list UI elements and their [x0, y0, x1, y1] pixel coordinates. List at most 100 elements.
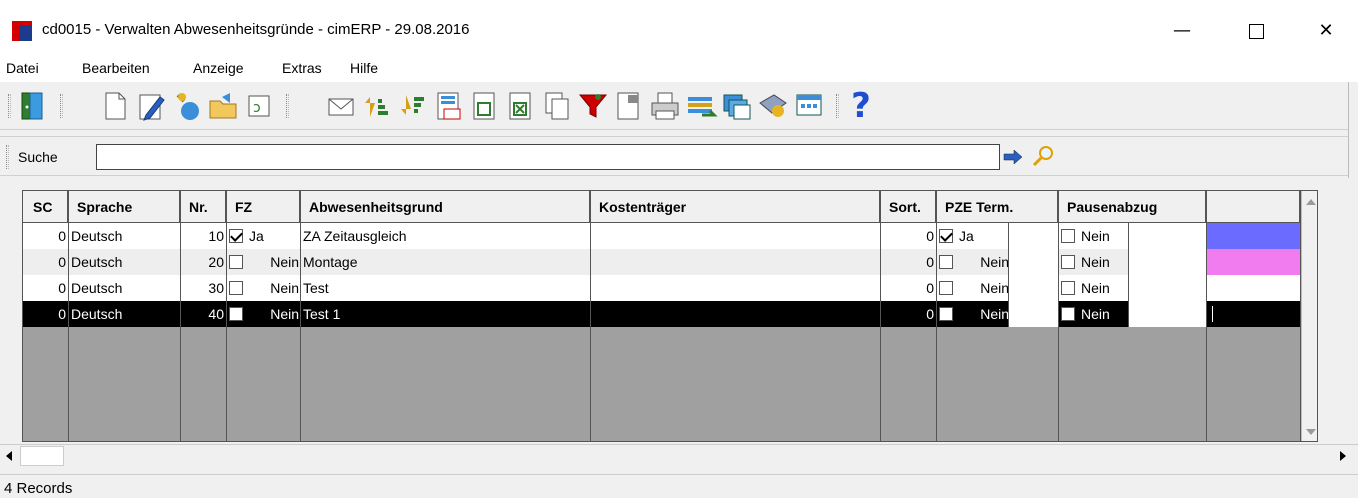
- sort-descending-icon[interactable]: [396, 89, 430, 123]
- table-row[interactable]: 0 Deutsch 40 Nein Test 1 0 Nein Nein: [23, 301, 1301, 327]
- edit-icon[interactable]: [134, 89, 168, 123]
- menu-datei[interactable]: Datei: [6, 60, 39, 76]
- checkbox-unchecked[interactable]: [1061, 307, 1075, 321]
- arrow-right-icon[interactable]: [1002, 146, 1024, 168]
- menu-anzeige[interactable]: Anzeige: [193, 60, 244, 76]
- checkbox-unchecked[interactable]: [939, 307, 953, 321]
- menu-extras[interactable]: Extras: [282, 60, 322, 76]
- cell-pze-term[interactable]: Nein: [937, 301, 1009, 327]
- cell-nr[interactable]: 20: [181, 249, 227, 275]
- filter-icon[interactable]: [576, 89, 610, 123]
- new-document-icon[interactable]: [98, 89, 132, 123]
- menu-hilfe[interactable]: Hilfe: [350, 60, 378, 76]
- close-button[interactable]: ✕: [1306, 14, 1346, 48]
- scroll-down-icon[interactable]: [1306, 429, 1316, 435]
- column-header-sc[interactable]: SC: [23, 191, 69, 223]
- table-row[interactable]: 0 Deutsch 30 Nein Test 0 Nein Nein: [23, 275, 1301, 301]
- cell-pausenabzug[interactable]: Nein: [1059, 275, 1129, 301]
- cell-pausenabzug-filler[interactable]: [1129, 301, 1207, 327]
- maximize-button[interactable]: [1236, 14, 1276, 48]
- cell-sort[interactable]: 0: [881, 275, 937, 301]
- data-grid[interactable]: SC Sprache Nr. FZ Abwesenheitsgrund Kost…: [22, 190, 1318, 442]
- menu-bearbeiten[interactable]: Bearbeiten: [82, 60, 150, 76]
- print-icon[interactable]: [648, 89, 682, 123]
- scrollbar-thumb[interactable]: [20, 446, 64, 466]
- checkbox-unchecked[interactable]: [229, 255, 243, 269]
- copy-record-icon[interactable]: [170, 89, 204, 123]
- table-view-icon[interactable]: [792, 89, 826, 123]
- cell-nr[interactable]: 40: [181, 301, 227, 327]
- column-header-nr[interactable]: Nr.: [181, 191, 227, 223]
- cell-sprache[interactable]: Deutsch: [69, 249, 181, 275]
- cell-pze-filler[interactable]: [1009, 275, 1059, 301]
- properties-icon[interactable]: [612, 89, 646, 123]
- cell-color[interactable]: [1207, 223, 1301, 249]
- transfer-icon[interactable]: [684, 89, 718, 123]
- checkbox-checked[interactable]: [229, 229, 243, 243]
- cell-kostentraeger[interactable]: [591, 301, 881, 327]
- search-input[interactable]: [96, 144, 1000, 170]
- cell-sc[interactable]: 0: [23, 301, 69, 327]
- calculator-icon[interactable]: [432, 89, 466, 123]
- cell-pausenabzug[interactable]: Nein: [1059, 249, 1129, 275]
- column-header-pze-term[interactable]: PZE Term.: [937, 191, 1059, 223]
- cell-fz[interactable]: Nein: [227, 249, 301, 275]
- excel-export-icon[interactable]: [504, 89, 538, 123]
- cell-fz[interactable]: Nein: [227, 275, 301, 301]
- cell-sprache[interactable]: Deutsch: [69, 301, 181, 327]
- cell-sort[interactable]: 0: [881, 249, 937, 275]
- cell-kostentraeger[interactable]: [591, 223, 881, 249]
- book-icon[interactable]: [756, 89, 790, 123]
- cell-abwesenheitsgrund[interactable]: Test 1: [301, 301, 591, 327]
- column-header-pausenabzug[interactable]: Pausenabzug: [1059, 191, 1207, 223]
- cell-sort[interactable]: 0: [881, 223, 937, 249]
- cell-sprache[interactable]: Deutsch: [69, 275, 181, 301]
- scroll-up-icon[interactable]: [1306, 199, 1316, 205]
- cell-pze-filler[interactable]: [1009, 301, 1059, 327]
- copy-icon[interactable]: [540, 89, 574, 123]
- column-header-sprache[interactable]: Sprache: [69, 191, 181, 223]
- refresh-icon[interactable]: ↄ: [242, 89, 276, 123]
- checkbox-checked[interactable]: [939, 229, 953, 243]
- cell-kostentraeger[interactable]: [591, 249, 881, 275]
- checkbox-unchecked[interactable]: [1061, 281, 1075, 295]
- cell-pze-filler[interactable]: [1009, 249, 1059, 275]
- horizontal-scrollbar[interactable]: [0, 444, 1358, 466]
- cell-color[interactable]: [1207, 301, 1301, 327]
- cell-sc[interactable]: 0: [23, 275, 69, 301]
- scroll-left-icon[interactable]: [6, 451, 12, 461]
- cell-nr[interactable]: 30: [181, 275, 227, 301]
- cell-color[interactable]: [1207, 249, 1301, 275]
- mail-icon[interactable]: [324, 89, 358, 123]
- minimize-button[interactable]: —: [1162, 14, 1202, 48]
- checkbox-unchecked[interactable]: [1061, 229, 1075, 243]
- export-icon[interactable]: [468, 89, 502, 123]
- cell-sc[interactable]: 0: [23, 223, 69, 249]
- cell-fz[interactable]: Nein: [227, 301, 301, 327]
- cell-nr[interactable]: 10: [181, 223, 227, 249]
- windows-icon[interactable]: [720, 89, 754, 123]
- cell-kostentraeger[interactable]: [591, 275, 881, 301]
- cell-color[interactable]: [1207, 275, 1301, 301]
- grid-vertical-scrollbar[interactable]: [1301, 191, 1317, 441]
- search-icon[interactable]: [1030, 144, 1056, 168]
- open-folder-icon[interactable]: [206, 89, 240, 123]
- column-header-fz[interactable]: FZ: [227, 191, 301, 223]
- cell-pze-term[interactable]: Nein: [937, 249, 1009, 275]
- cell-pze-filler[interactable]: [1009, 223, 1059, 249]
- cell-fz[interactable]: Ja: [227, 223, 301, 249]
- cell-pze-term[interactable]: Ja: [937, 223, 1009, 249]
- checkbox-unchecked[interactable]: [1061, 255, 1075, 269]
- cell-abwesenheitsgrund[interactable]: Test: [301, 275, 591, 301]
- column-header-color[interactable]: [1207, 191, 1301, 223]
- cell-sc[interactable]: 0: [23, 249, 69, 275]
- checkbox-unchecked[interactable]: [939, 255, 953, 269]
- scroll-right-icon[interactable]: [1340, 451, 1346, 461]
- table-row[interactable]: 0 Deutsch 10 Ja ZA Zeitausgleich 0 Ja Nein: [23, 223, 1301, 249]
- cell-pausenabzug-filler[interactable]: [1129, 223, 1207, 249]
- checkbox-unchecked[interactable]: [229, 281, 243, 295]
- column-header-abwesenheitsgrund[interactable]: Abwesenheitsgrund: [301, 191, 591, 223]
- checkbox-unchecked[interactable]: [229, 307, 243, 321]
- column-header-kostentraeger[interactable]: Kostenträger: [591, 191, 881, 223]
- cell-sprache[interactable]: Deutsch: [69, 223, 181, 249]
